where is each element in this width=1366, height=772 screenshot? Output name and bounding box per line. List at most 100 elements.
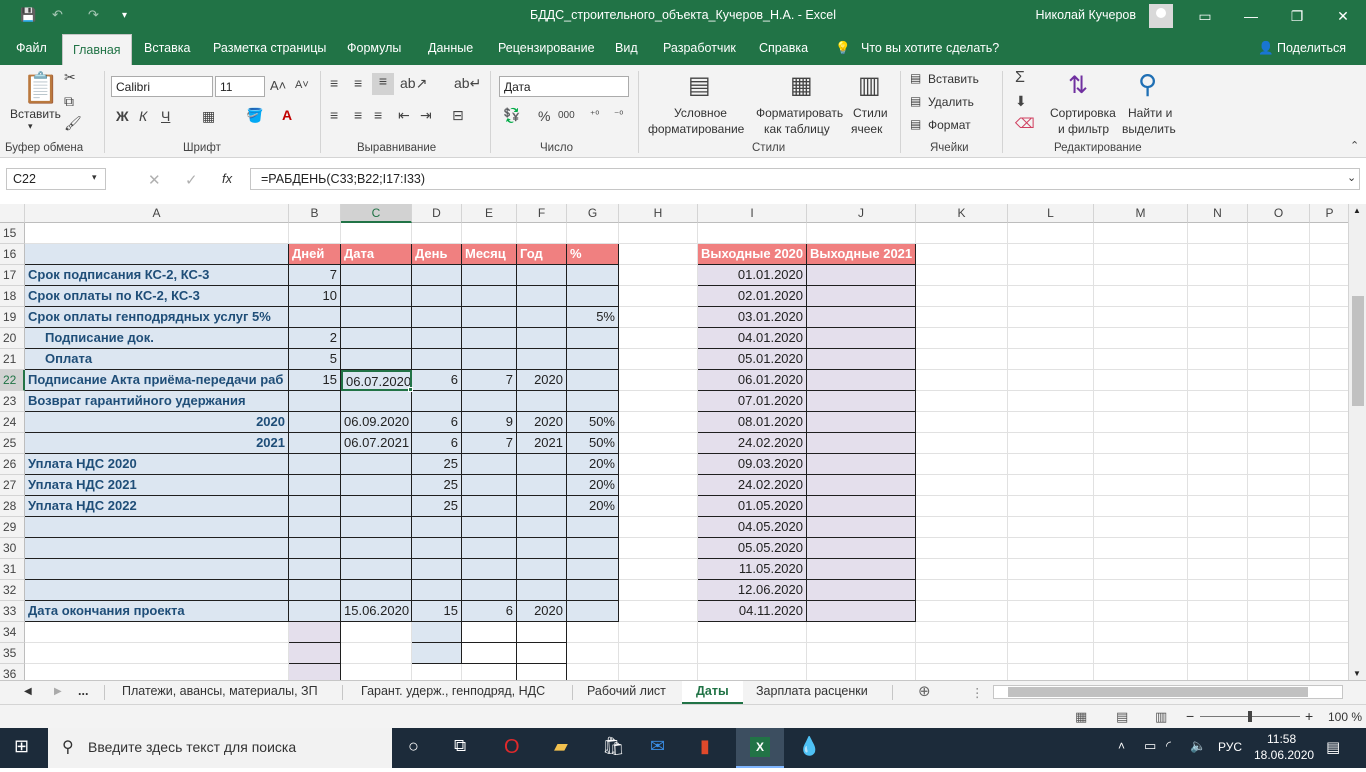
cell-d22[interactable]: 6 <box>412 370 462 391</box>
cell-e19[interactable] <box>462 307 517 328</box>
tab-view[interactable]: Вид <box>615 41 638 55</box>
cell-o32[interactable] <box>1248 580 1310 601</box>
close-icon[interactable]: ✕ <box>1320 0 1366 32</box>
column-header-f[interactable]: F <box>517 204 567 223</box>
cell-b16[interactable]: Дней <box>289 244 341 265</box>
cell-o20[interactable] <box>1248 328 1310 349</box>
delete-cells-icon[interactable]: ▤ <box>910 94 921 108</box>
cell-k26[interactable] <box>916 454 1008 475</box>
comma-style-icon[interactable]: 000 <box>558 110 575 121</box>
cell-d20[interactable] <box>412 328 462 349</box>
align-right-icon[interactable]: ≡ <box>374 107 382 123</box>
row-header-22[interactable]: 22 <box>0 370 25 391</box>
cell-p17[interactable] <box>1310 265 1348 286</box>
cell-h25[interactable] <box>619 433 698 454</box>
row-header-18[interactable]: 18 <box>0 286 25 307</box>
cell-h19[interactable] <box>619 307 698 328</box>
cell-b34[interactable] <box>289 622 341 643</box>
cell-f33[interactable]: 2020 <box>517 601 567 622</box>
cell-f15[interactable] <box>517 223 567 244</box>
cell-i17[interactable]: 01.01.2020 <box>698 265 807 286</box>
cell-f18[interactable] <box>517 286 567 307</box>
cell-g26[interactable]: 20% <box>567 454 619 475</box>
zoom-out-icon[interactable]: − <box>1186 708 1194 724</box>
cell-o30[interactable] <box>1248 538 1310 559</box>
cell-j25[interactable] <box>807 433 916 454</box>
decrease-decimal-icon[interactable]: ⁻⁰ <box>614 110 623 121</box>
prev-sheet-icon[interactable]: ◀ <box>24 686 32 697</box>
cell-k29[interactable] <box>916 517 1008 538</box>
row-header-15[interactable]: 15 <box>0 223 25 244</box>
cell-n34[interactable] <box>1188 622 1248 643</box>
sheet-tab-payments[interactable]: Платежи, авансы, материалы, ЗП <box>122 684 318 698</box>
cell-m25[interactable] <box>1094 433 1188 454</box>
share-button[interactable]: Поделиться <box>1277 41 1346 55</box>
cell-j32[interactable] <box>807 580 916 601</box>
cell-j35[interactable] <box>807 643 916 664</box>
cell-o31[interactable] <box>1248 559 1310 580</box>
cell-d31[interactable] <box>412 559 462 580</box>
cell-i22[interactable]: 06.01.2020 <box>698 370 807 391</box>
vertical-scrollbar[interactable]: ▲ ▼ <box>1348 204 1366 680</box>
cell-d18[interactable] <box>412 286 462 307</box>
cell-e31[interactable] <box>462 559 517 580</box>
cell-i36[interactable] <box>698 664 807 680</box>
cell-b18[interactable]: 10 <box>289 286 341 307</box>
opera-icon[interactable]: O <box>504 736 528 760</box>
cell-e27[interactable] <box>462 475 517 496</box>
volume-icon[interactable]: 🔈 <box>1190 738 1214 762</box>
cell-e20[interactable] <box>462 328 517 349</box>
cell-f23[interactable] <box>517 391 567 412</box>
font-color-icon[interactable]: A <box>282 107 292 123</box>
underline-icon[interactable]: Ч <box>161 108 170 124</box>
borders-icon[interactable]: ▦ <box>202 108 215 125</box>
cell-k25[interactable] <box>916 433 1008 454</box>
cell-o21[interactable] <box>1248 349 1310 370</box>
cell-a36[interactable] <box>25 664 289 680</box>
more-sheets-button[interactable]: ... <box>78 684 88 698</box>
cell-n18[interactable] <box>1188 286 1248 307</box>
cell-l15[interactable] <box>1008 223 1094 244</box>
cell-m20[interactable] <box>1094 328 1188 349</box>
sort-filter-icon[interactable]: ⇅ <box>1068 71 1088 100</box>
cell-h31[interactable] <box>619 559 698 580</box>
cell-c32[interactable] <box>341 580 412 601</box>
cell-k20[interactable] <box>916 328 1008 349</box>
cell-e22[interactable]: 7 <box>462 370 517 391</box>
cell-h18[interactable] <box>619 286 698 307</box>
fill-icon[interactable]: ⬇ <box>1015 93 1027 110</box>
cell-d34[interactable] <box>412 622 462 643</box>
taskbar-search[interactable]: ⚲ Введите здесь текст для поиска <box>48 728 392 768</box>
network-icon[interactable]: ▭ <box>1144 738 1168 762</box>
cell-l20[interactable] <box>1008 328 1094 349</box>
tab-formulas[interactable]: Формулы <box>347 41 401 55</box>
cell-a33[interactable]: Дата окончания проекта <box>25 601 289 622</box>
cell-b20[interactable]: 2 <box>289 328 341 349</box>
page-break-view-icon[interactable]: ▥ <box>1155 709 1167 725</box>
cell-l16[interactable] <box>1008 244 1094 265</box>
fill-color-icon[interactable]: 🪣 <box>246 107 263 124</box>
cell-a32[interactable] <box>25 580 289 601</box>
cell-g27[interactable]: 20% <box>567 475 619 496</box>
row-header-30[interactable]: 30 <box>0 538 25 559</box>
cell-i35[interactable] <box>698 643 807 664</box>
cell-k16[interactable] <box>916 244 1008 265</box>
cell-k24[interactable] <box>916 412 1008 433</box>
cell-m27[interactable] <box>1094 475 1188 496</box>
currency-icon[interactable]: 💱 <box>503 107 520 124</box>
cell-d30[interactable] <box>412 538 462 559</box>
cell-i31[interactable]: 11.05.2020 <box>698 559 807 580</box>
grow-font-icon[interactable]: A˄ <box>270 78 286 93</box>
cell-k15[interactable] <box>916 223 1008 244</box>
cell-d35[interactable] <box>412 643 462 664</box>
zoom-level[interactable]: 100 % <box>1328 710 1362 724</box>
cell-i33[interactable]: 04.11.2020 <box>698 601 807 622</box>
cell-d29[interactable] <box>412 517 462 538</box>
column-header-p[interactable]: P <box>1310 204 1348 223</box>
cell-i28[interactable]: 01.05.2020 <box>698 496 807 517</box>
ribbon-options-icon[interactable]: ▭ <box>1182 0 1228 32</box>
cell-p31[interactable] <box>1310 559 1348 580</box>
cell-f34[interactable] <box>517 622 567 643</box>
cell-b31[interactable] <box>289 559 341 580</box>
cell-k31[interactable] <box>916 559 1008 580</box>
